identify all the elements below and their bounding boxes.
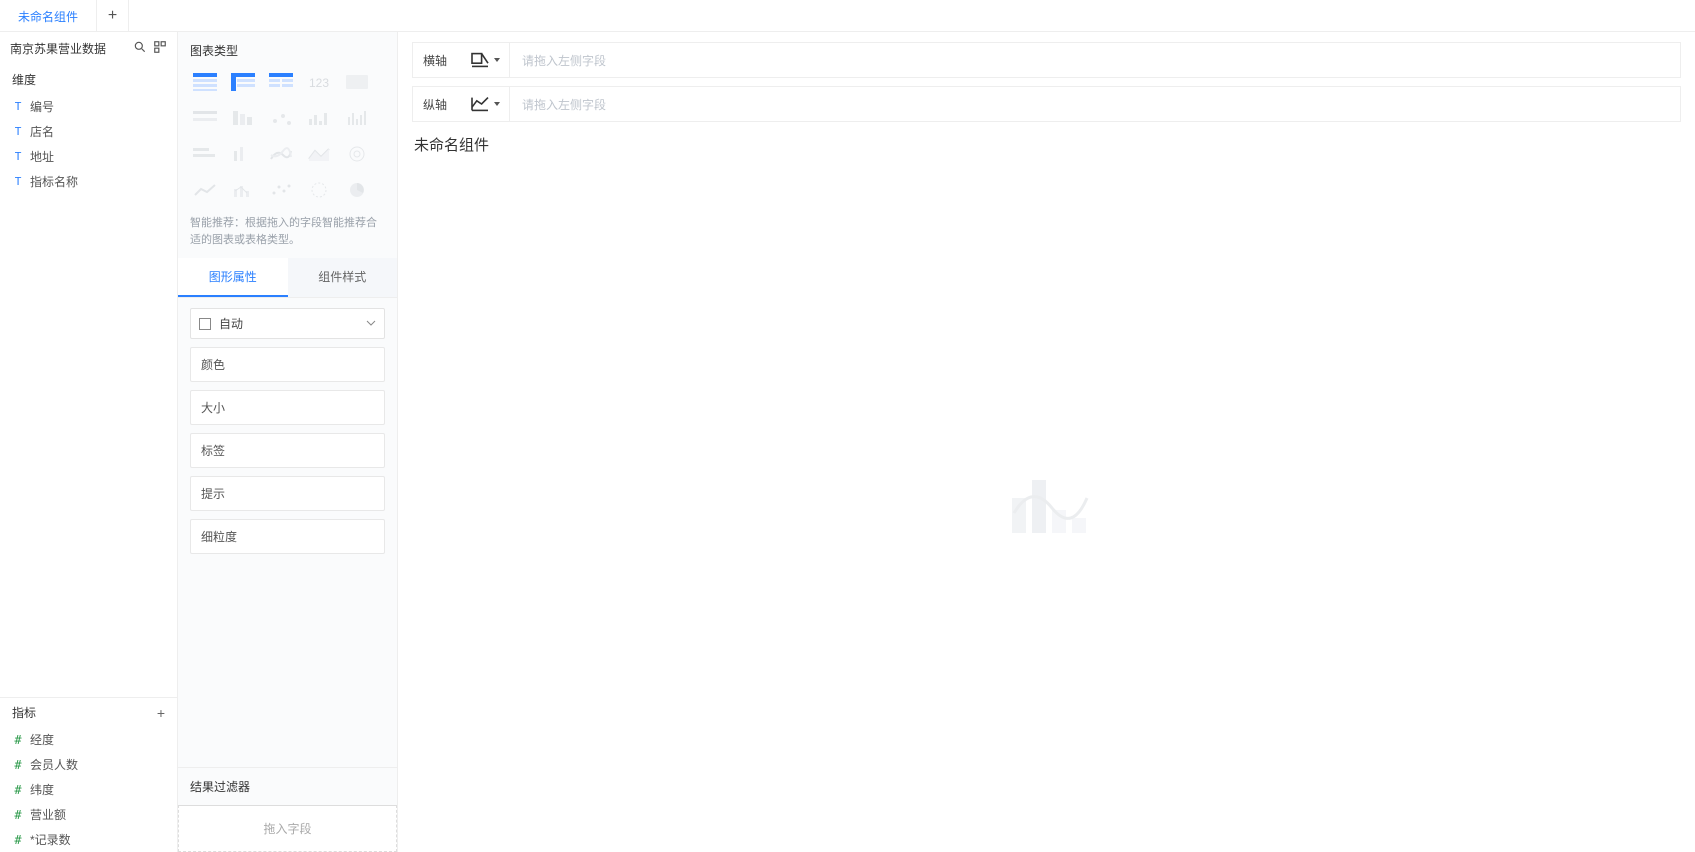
result-filter-header: 结果过滤器	[178, 768, 397, 805]
prop-granularity[interactable]: 细粒度	[190, 519, 385, 554]
text-type-icon: T	[12, 100, 24, 113]
measure-label: 纬度	[30, 781, 54, 798]
y-axis-label: 纵轴	[413, 96, 461, 113]
measure-item[interactable]: # *记录数	[0, 827, 177, 852]
y-axis-type-picker[interactable]	[461, 96, 509, 112]
measure-label: 会员人数	[30, 756, 78, 773]
checkbox-icon	[199, 318, 211, 330]
y-axis-row: 纵轴 请拖入左侧字段	[412, 86, 1681, 122]
text-type-icon: T	[12, 175, 24, 188]
chart-type-line	[190, 177, 220, 203]
result-filter-dropzone[interactable]: 拖入字段	[178, 805, 397, 852]
x-axis-type-picker[interactable]	[461, 52, 509, 68]
chart-type-stacked-column	[228, 141, 258, 167]
chart-type-bar-contrast	[304, 105, 334, 131]
measure-label: *记录数	[30, 831, 71, 848]
number-type-icon: #	[12, 733, 24, 747]
x-axis-label: 横轴	[413, 52, 461, 69]
measures-header: 指标	[12, 704, 36, 721]
number-type-icon: #	[12, 833, 24, 847]
tab-graphic-props[interactable]: 图形属性	[178, 258, 288, 297]
chart-type-funnel	[304, 177, 334, 203]
dimension-label: 指标名称	[30, 173, 78, 190]
measure-item[interactable]: # 营业额	[0, 802, 177, 827]
text-type-icon: T	[12, 150, 24, 163]
chart-type-partition-column	[190, 141, 220, 167]
chart-type-group-table[interactable]	[190, 69, 220, 95]
measure-item[interactable]: # 会员人数	[0, 752, 177, 777]
tab-component-style[interactable]: 组件样式	[288, 258, 398, 297]
x-axis-dropzone[interactable]: 请拖入左侧字段	[509, 43, 1680, 77]
measure-label: 营业额	[30, 806, 66, 823]
measure-label: 经度	[30, 731, 54, 748]
prop-color[interactable]: 颜色	[190, 347, 385, 382]
chart-type-radar	[342, 141, 372, 167]
measure-item[interactable]: # 经度	[0, 727, 177, 752]
chart-canvas-placeholder	[412, 163, 1681, 842]
chart-type-kpi-card: 123	[304, 69, 334, 95]
x-axis-row: 横轴 请拖入左侧字段	[412, 42, 1681, 78]
chart-types-header: 图表类型	[178, 32, 397, 69]
dimension-item[interactable]: T 编号	[0, 94, 177, 119]
chart-type-cross-table[interactable]	[228, 69, 258, 95]
chart-type-pie	[342, 177, 372, 203]
chart-type-stacked-bar	[228, 105, 258, 131]
chart-type-partition-bar	[190, 105, 220, 131]
y-axis-dropzone[interactable]: 请拖入左侧字段	[509, 87, 1680, 121]
chart-type-multi-bar	[266, 105, 296, 131]
dimension-item[interactable]: T 地址	[0, 144, 177, 169]
dimension-item[interactable]: T 指标名称	[0, 169, 177, 194]
chart-type-hint: 智能推荐：根据拖入的字段智能推荐合适的图表或表格类型。	[178, 211, 397, 258]
chart-type-waterfall	[342, 105, 372, 131]
svg-text:123: 123	[309, 76, 329, 90]
chart-type-area	[304, 141, 334, 167]
chart-type-text-card	[342, 69, 372, 95]
text-type-icon: T	[12, 125, 24, 138]
chart-type-column-line	[228, 177, 258, 203]
chart-type-scatter	[266, 177, 296, 203]
chart-type-grid: 123	[178, 69, 397, 211]
chart-type-multi-line	[266, 141, 296, 167]
dimension-item[interactable]: T 店名	[0, 119, 177, 144]
component-title: 未命名组件	[412, 130, 1681, 155]
number-type-icon: #	[12, 808, 24, 822]
prop-tooltip[interactable]: 提示	[190, 476, 385, 511]
measure-item[interactable]: # 纬度	[0, 777, 177, 802]
auto-select-label: 自动	[219, 315, 358, 332]
prop-label[interactable]: 标签	[190, 433, 385, 468]
chart-type-list-table[interactable]	[266, 69, 296, 95]
datasource-title: 南京苏果营业数据	[10, 40, 127, 57]
page-tab-active[interactable]: 未命名组件	[0, 0, 97, 32]
prop-size[interactable]: 大小	[190, 390, 385, 425]
search-icon[interactable]	[133, 40, 147, 57]
auto-select[interactable]: 自动	[190, 308, 385, 339]
add-tab-button[interactable]: +	[97, 0, 129, 31]
add-measure-button[interactable]: +	[157, 705, 165, 721]
dimension-label: 编号	[30, 98, 54, 115]
chevron-down-icon	[366, 317, 376, 331]
number-type-icon: #	[12, 783, 24, 797]
number-type-icon: #	[12, 758, 24, 772]
expand-icon[interactable]	[153, 40, 167, 57]
dimension-label: 店名	[30, 123, 54, 140]
dimension-label: 地址	[30, 148, 54, 165]
dimensions-header: 维度	[12, 71, 36, 88]
page-tabs: 未命名组件 +	[0, 0, 1695, 32]
